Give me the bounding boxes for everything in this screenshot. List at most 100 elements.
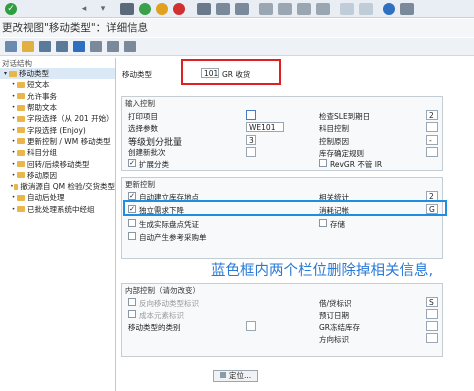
- auto-create-checkbox[interactable]: [128, 232, 136, 240]
- tree-item[interactable]: • 短文本: [0, 79, 115, 90]
- tree-item-label: 字段选择（从 201 开始）: [27, 114, 114, 124]
- help-icon[interactable]: [383, 2, 395, 15]
- prev-page-icon[interactable]: [278, 2, 292, 15]
- tree-item[interactable]: • 移动原因: [0, 170, 115, 181]
- cancel-icon[interactable]: [173, 2, 185, 15]
- tree-item[interactable]: • 允许事务: [0, 91, 115, 102]
- undo-icon[interactable]: [73, 41, 85, 52]
- position-button-label: 定位...: [229, 371, 252, 380]
- tree-item[interactable]: • 自动后处理: [0, 192, 115, 203]
- copy-icon[interactable]: [39, 41, 51, 52]
- tree-item-label: 移动原因: [27, 170, 57, 180]
- revgr-checkbox[interactable]: [319, 159, 327, 167]
- folder-icon: [17, 172, 25, 179]
- bullet-icon[interactable]: •: [10, 194, 17, 201]
- tree-item[interactable]: • 已批处理系统中经组: [0, 204, 115, 215]
- annotation-text: 蓝色框内两个栏位删除掉相关信息,: [211, 263, 434, 279]
- bullet-icon[interactable]: •: [10, 127, 17, 134]
- cost-element-checkbox[interactable]: [128, 310, 136, 318]
- tree-item[interactable]: • 回转/后续移动类型: [0, 158, 115, 169]
- select-all-icon[interactable]: [90, 41, 102, 52]
- back-icon[interactable]: [139, 2, 151, 15]
- display-change-icon[interactable]: [5, 41, 17, 52]
- position-button[interactable]: 定位...: [213, 370, 259, 382]
- store-checkbox[interactable]: [319, 219, 327, 227]
- grn-field[interactable]: [426, 321, 438, 331]
- folder-icon: [17, 127, 25, 134]
- find-next-icon[interactable]: [235, 2, 249, 15]
- expand-arrow-icon[interactable]: ▾: [2, 70, 9, 77]
- command-field-arrow-icon[interactable]: ◂: [77, 3, 91, 15]
- enter-icon[interactable]: ✓: [5, 2, 17, 15]
- next-page-icon[interactable]: [297, 2, 311, 15]
- check-sled-field[interactable]: 2: [426, 110, 438, 120]
- cost-element-label: 成本元素标识: [139, 311, 184, 320]
- credit-debit-label: 借/贷标识: [319, 299, 352, 308]
- shortcut-icon[interactable]: [359, 2, 373, 15]
- input-control-title: 输入控制: [125, 99, 155, 108]
- plan-date-field[interactable]: [426, 309, 438, 319]
- gen-phys-checkbox[interactable]: [128, 219, 136, 227]
- tree-item[interactable]: • 撤消源自 QM 检验/交货类型: [0, 181, 115, 192]
- tree-item-label: 移动类型: [19, 69, 49, 79]
- level-batch-field[interactable]: 3: [246, 135, 256, 145]
- move-type-cat-field[interactable]: [246, 321, 256, 331]
- print-item-field[interactable]: [246, 110, 256, 120]
- tree-item[interactable]: ▾ 移动类型: [0, 68, 115, 80]
- position-icon: [220, 372, 226, 378]
- page-title: 更改视图"移动类型"：详细信息: [0, 19, 474, 37]
- find-icon[interactable]: [216, 2, 230, 15]
- direction-field[interactable]: [426, 333, 438, 343]
- move-type-cat-label: 移动类型的类别: [128, 323, 181, 332]
- folder-icon: [17, 104, 25, 111]
- rev-move-checkbox[interactable]: [128, 298, 136, 306]
- tree-item[interactable]: • 字段选择（从 201 开始）: [0, 113, 115, 124]
- bullet-icon[interactable]: •: [10, 206, 17, 213]
- bullet-icon[interactable]: •: [10, 138, 17, 145]
- layout-icon[interactable]: [400, 2, 414, 15]
- tree-item[interactable]: • 科目分组: [0, 147, 115, 158]
- blue-highlight-box: [123, 200, 447, 216]
- bullet-icon[interactable]: •: [10, 104, 17, 111]
- new-session-icon[interactable]: [340, 2, 354, 15]
- ext-class-checkbox[interactable]: ✓: [128, 159, 136, 167]
- gen-phys-label: 生成实际盘点凭证: [139, 220, 199, 229]
- account-control-field[interactable]: [426, 122, 438, 132]
- print-icon[interactable]: [197, 2, 211, 15]
- tree-item[interactable]: • 帮助文本: [0, 102, 115, 113]
- command-dropdown-icon[interactable]: ▾: [96, 3, 110, 15]
- control-reason-field[interactable]: -: [426, 135, 438, 145]
- input-control-group: [121, 96, 443, 171]
- selection-param-field[interactable]: WE101: [246, 122, 284, 132]
- folder-icon: [17, 93, 25, 100]
- bullet-icon[interactable]: •: [10, 115, 17, 122]
- stock-type-field[interactable]: [426, 147, 438, 157]
- new-entries-icon[interactable]: [22, 41, 34, 52]
- credit-debit-field[interactable]: S: [426, 297, 438, 307]
- bullet-icon[interactable]: •: [10, 172, 17, 179]
- bullet-icon[interactable]: •: [10, 81, 17, 88]
- auto-storage-checkbox[interactable]: ✓: [128, 192, 136, 200]
- bullet-icon[interactable]: •: [10, 93, 17, 100]
- tree-item[interactable]: • 更新控制 / WM 移动类型: [0, 136, 115, 147]
- auto-create-label: 自动产生参考采购单: [139, 233, 207, 242]
- first-page-icon[interactable]: [259, 2, 273, 15]
- print-item-label: 打印项目: [128, 112, 158, 121]
- save-icon[interactable]: [120, 2, 134, 15]
- exit-icon[interactable]: [156, 2, 168, 15]
- tree-item-label: 字段选择 (Enjoy): [27, 125, 86, 135]
- tree-item[interactable]: • 字段选择 (Enjoy): [0, 124, 115, 135]
- delete-icon[interactable]: [56, 41, 68, 52]
- bullet-icon[interactable]: •: [10, 161, 17, 168]
- last-page-icon[interactable]: [316, 2, 330, 15]
- tree-item-label: 科目分组: [27, 148, 57, 158]
- folder-icon: [17, 81, 25, 88]
- movement-type-highlight: [181, 59, 281, 85]
- select-block-icon[interactable]: [107, 41, 119, 52]
- direction-label: 方向标识: [319, 335, 349, 344]
- create-batch-label: 创建新批次: [128, 148, 166, 157]
- bullet-icon[interactable]: •: [10, 149, 17, 156]
- create-batch-field[interactable]: [246, 147, 256, 157]
- folder-icon: [17, 161, 25, 168]
- deselect-icon[interactable]: [124, 41, 136, 52]
